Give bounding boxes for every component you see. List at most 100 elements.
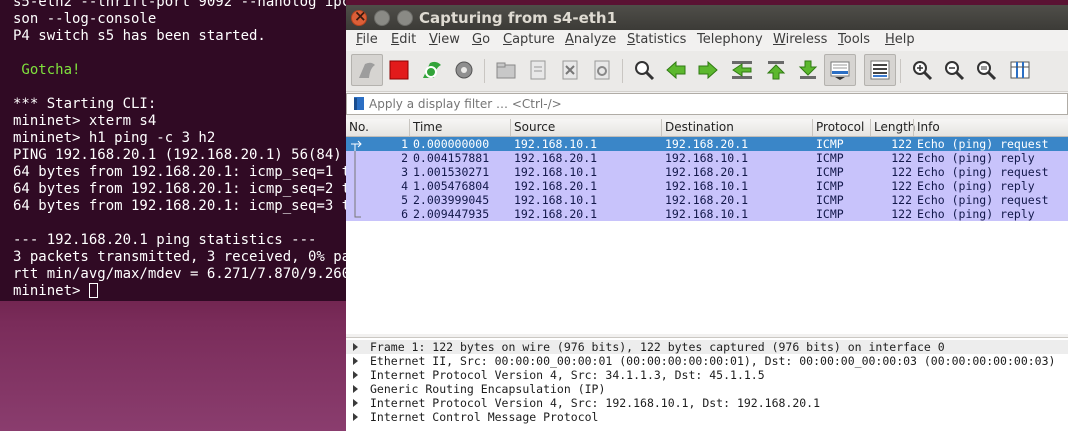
expand-arrow-icon[interactable] [353,343,358,351]
close-file-icon [562,60,578,80]
column-header-protocol[interactable]: Protocol [816,120,864,136]
go-back-button[interactable] [660,54,692,86]
expand-arrow-icon[interactable] [353,413,358,421]
go-forward-button[interactable] [692,54,724,86]
restart-capture-button[interactable] [416,54,448,86]
packet-protocol: ICMP [816,207,844,221]
zoom-reset-button[interactable] [970,54,1002,86]
detail-tree-item[interactable]: Internet Protocol Version 4, Src: 34.1.1… [346,368,1068,382]
detail-tree-item[interactable]: Internet Protocol Version 4, Src: 192.16… [346,396,1068,410]
column-divider[interactable] [913,119,914,136]
terminal-line: 64 bytes from 192.168.20.1: icmp_seq=2 t… [13,181,346,197]
zoom-normal-icon [977,61,997,81]
packet-row[interactable]: 4 1.005476804 192.168.20.1 192.168.10.1 … [346,179,1068,193]
menu-telephony[interactable]: Telephony [697,32,763,47]
autoscroll-icon [830,61,850,80]
save-file-button[interactable] [522,54,554,86]
find-packet-button[interactable] [628,54,660,86]
column-header-info[interactable]: Info [917,120,940,136]
go-to-packet-button[interactable] [726,54,758,86]
menu-view[interactable]: View [429,32,460,47]
file-icon [530,60,546,80]
menu-file[interactable]: File [356,32,378,47]
search-icon [635,61,655,81]
close-button[interactable] [351,7,367,26]
packet-destination: 192.168.10.1 [665,207,749,221]
capture-options-button[interactable] [448,54,480,86]
packet-row[interactable]: 5 2.003999045 192.168.10.1 192.168.20.1 … [346,193,1068,207]
start-capture-button[interactable] [351,54,383,86]
menu-tools[interactable]: Tools [838,32,870,47]
column-header-no[interactable]: No. [349,120,369,136]
menu-help[interactable]: Help [885,32,915,47]
detail-tree-item[interactable]: Ethernet II, Src: 00:00:00_00:00:01 (00:… [346,354,1068,368]
packet-protocol: ICMP [816,137,844,151]
zoom-out-button[interactable] [938,54,970,86]
zoom-out-icon [945,61,965,81]
packet-row[interactable]: 6 2.009447935 192.168.20.1 192.168.10.1 … [346,207,1068,221]
expand-arrow-icon[interactable] [353,357,358,365]
detail-tree-item[interactable]: Generic Routing Encapsulation (IP) [346,382,1068,396]
column-header-length[interactable]: Length [874,120,915,136]
packet-row[interactable]: 2 0.004157881 192.168.20.1 192.168.10.1 … [346,151,1068,165]
terminal-window[interactable]: s5-eth2 --thrift-port 9092 --nanolog ipc… [0,0,346,301]
colorize-button[interactable] [864,54,896,86]
wireshark-window: Capturing from s4-eth1 File Edit View Go… [346,5,1068,431]
packet-destination: 192.168.10.1 [665,179,749,193]
reload-file-button[interactable] [586,54,618,86]
zoom-in-button[interactable] [906,54,938,86]
prompt-text: mininet> [13,283,89,299]
menu-go[interactable]: Go [472,32,490,47]
bookmark-icon[interactable] [353,97,365,111]
column-divider[interactable] [870,119,871,136]
column-header-source[interactable]: Source [514,120,555,136]
minimize-button[interactable] [374,10,390,26]
menu-wireless[interactable]: Wireless [773,32,827,47]
toolbar-separator [484,59,485,83]
packet-length: 122 [891,193,912,207]
terminal-line: rtt min/avg/max/mdev = 6.271/7.870/9.260… [13,266,346,282]
shark-fin-icon [359,62,375,78]
column-divider[interactable] [661,119,662,136]
menu-analyze[interactable]: Analyze [565,32,616,47]
title-bar[interactable]: Capturing from s4-eth1 [346,5,1068,30]
display-filter-input[interactable] [369,95,1059,113]
detail-tree-item[interactable]: Internet Control Message Protocol [346,410,1068,424]
column-divider[interactable] [409,119,410,136]
packet-length: 122 [891,179,912,193]
packet-source: 192.168.20.1 [514,207,598,221]
column-header-destination[interactable]: Destination [665,120,734,136]
column-header-time[interactable]: Time [413,120,442,136]
menu-statistics[interactable]: Statistics [627,32,686,47]
packet-destination: 192.168.20.1 [665,193,749,207]
terminal-line: PING 192.168.20.1 (192.168.20.1) 56(84) … [13,147,342,163]
stop-capture-button[interactable] [383,54,415,86]
resize-columns-button[interactable] [1004,54,1036,86]
expand-arrow-icon[interactable] [353,371,358,379]
close-file-button[interactable] [554,54,586,86]
maximize-button[interactable] [397,10,413,26]
menu-capture[interactable]: Capture [503,32,555,47]
first-packet-button[interactable] [760,54,792,86]
expand-arrow-icon[interactable] [353,399,358,407]
open-file-button[interactable] [490,54,522,86]
terminal-prompt[interactable]: mininet> [13,283,98,300]
restart-fin-icon [423,61,441,78]
colorize-icon [870,60,890,80]
packet-destination: 192.168.20.1 [665,137,749,151]
conversation-line-icon [354,151,356,165]
menu-edit[interactable]: Edit [391,32,416,47]
expand-arrow-icon[interactable] [353,385,358,393]
last-packet-button[interactable] [792,54,824,86]
detail-tree-item[interactable]: Frame 1: 122 bytes on wire (976 bits), 1… [346,340,1068,354]
arrow-left-icon [666,60,686,80]
column-divider[interactable] [510,119,511,136]
packet-info: Echo (ping) reply [917,207,1035,221]
packet-row[interactable]: 1 0.000000000 192.168.10.1 192.168.20.1 … [346,137,1068,151]
packet-row[interactable]: 3 1.001530271 192.168.10.1 192.168.20.1 … [346,165,1068,179]
text-cursor [88,283,98,298]
main-toolbar [346,51,1068,92]
auto-scroll-button[interactable] [824,54,856,86]
column-divider[interactable] [812,119,813,136]
terminal-line: 64 bytes from 192.168.20.1: icmp_seq=1 t… [13,164,346,180]
